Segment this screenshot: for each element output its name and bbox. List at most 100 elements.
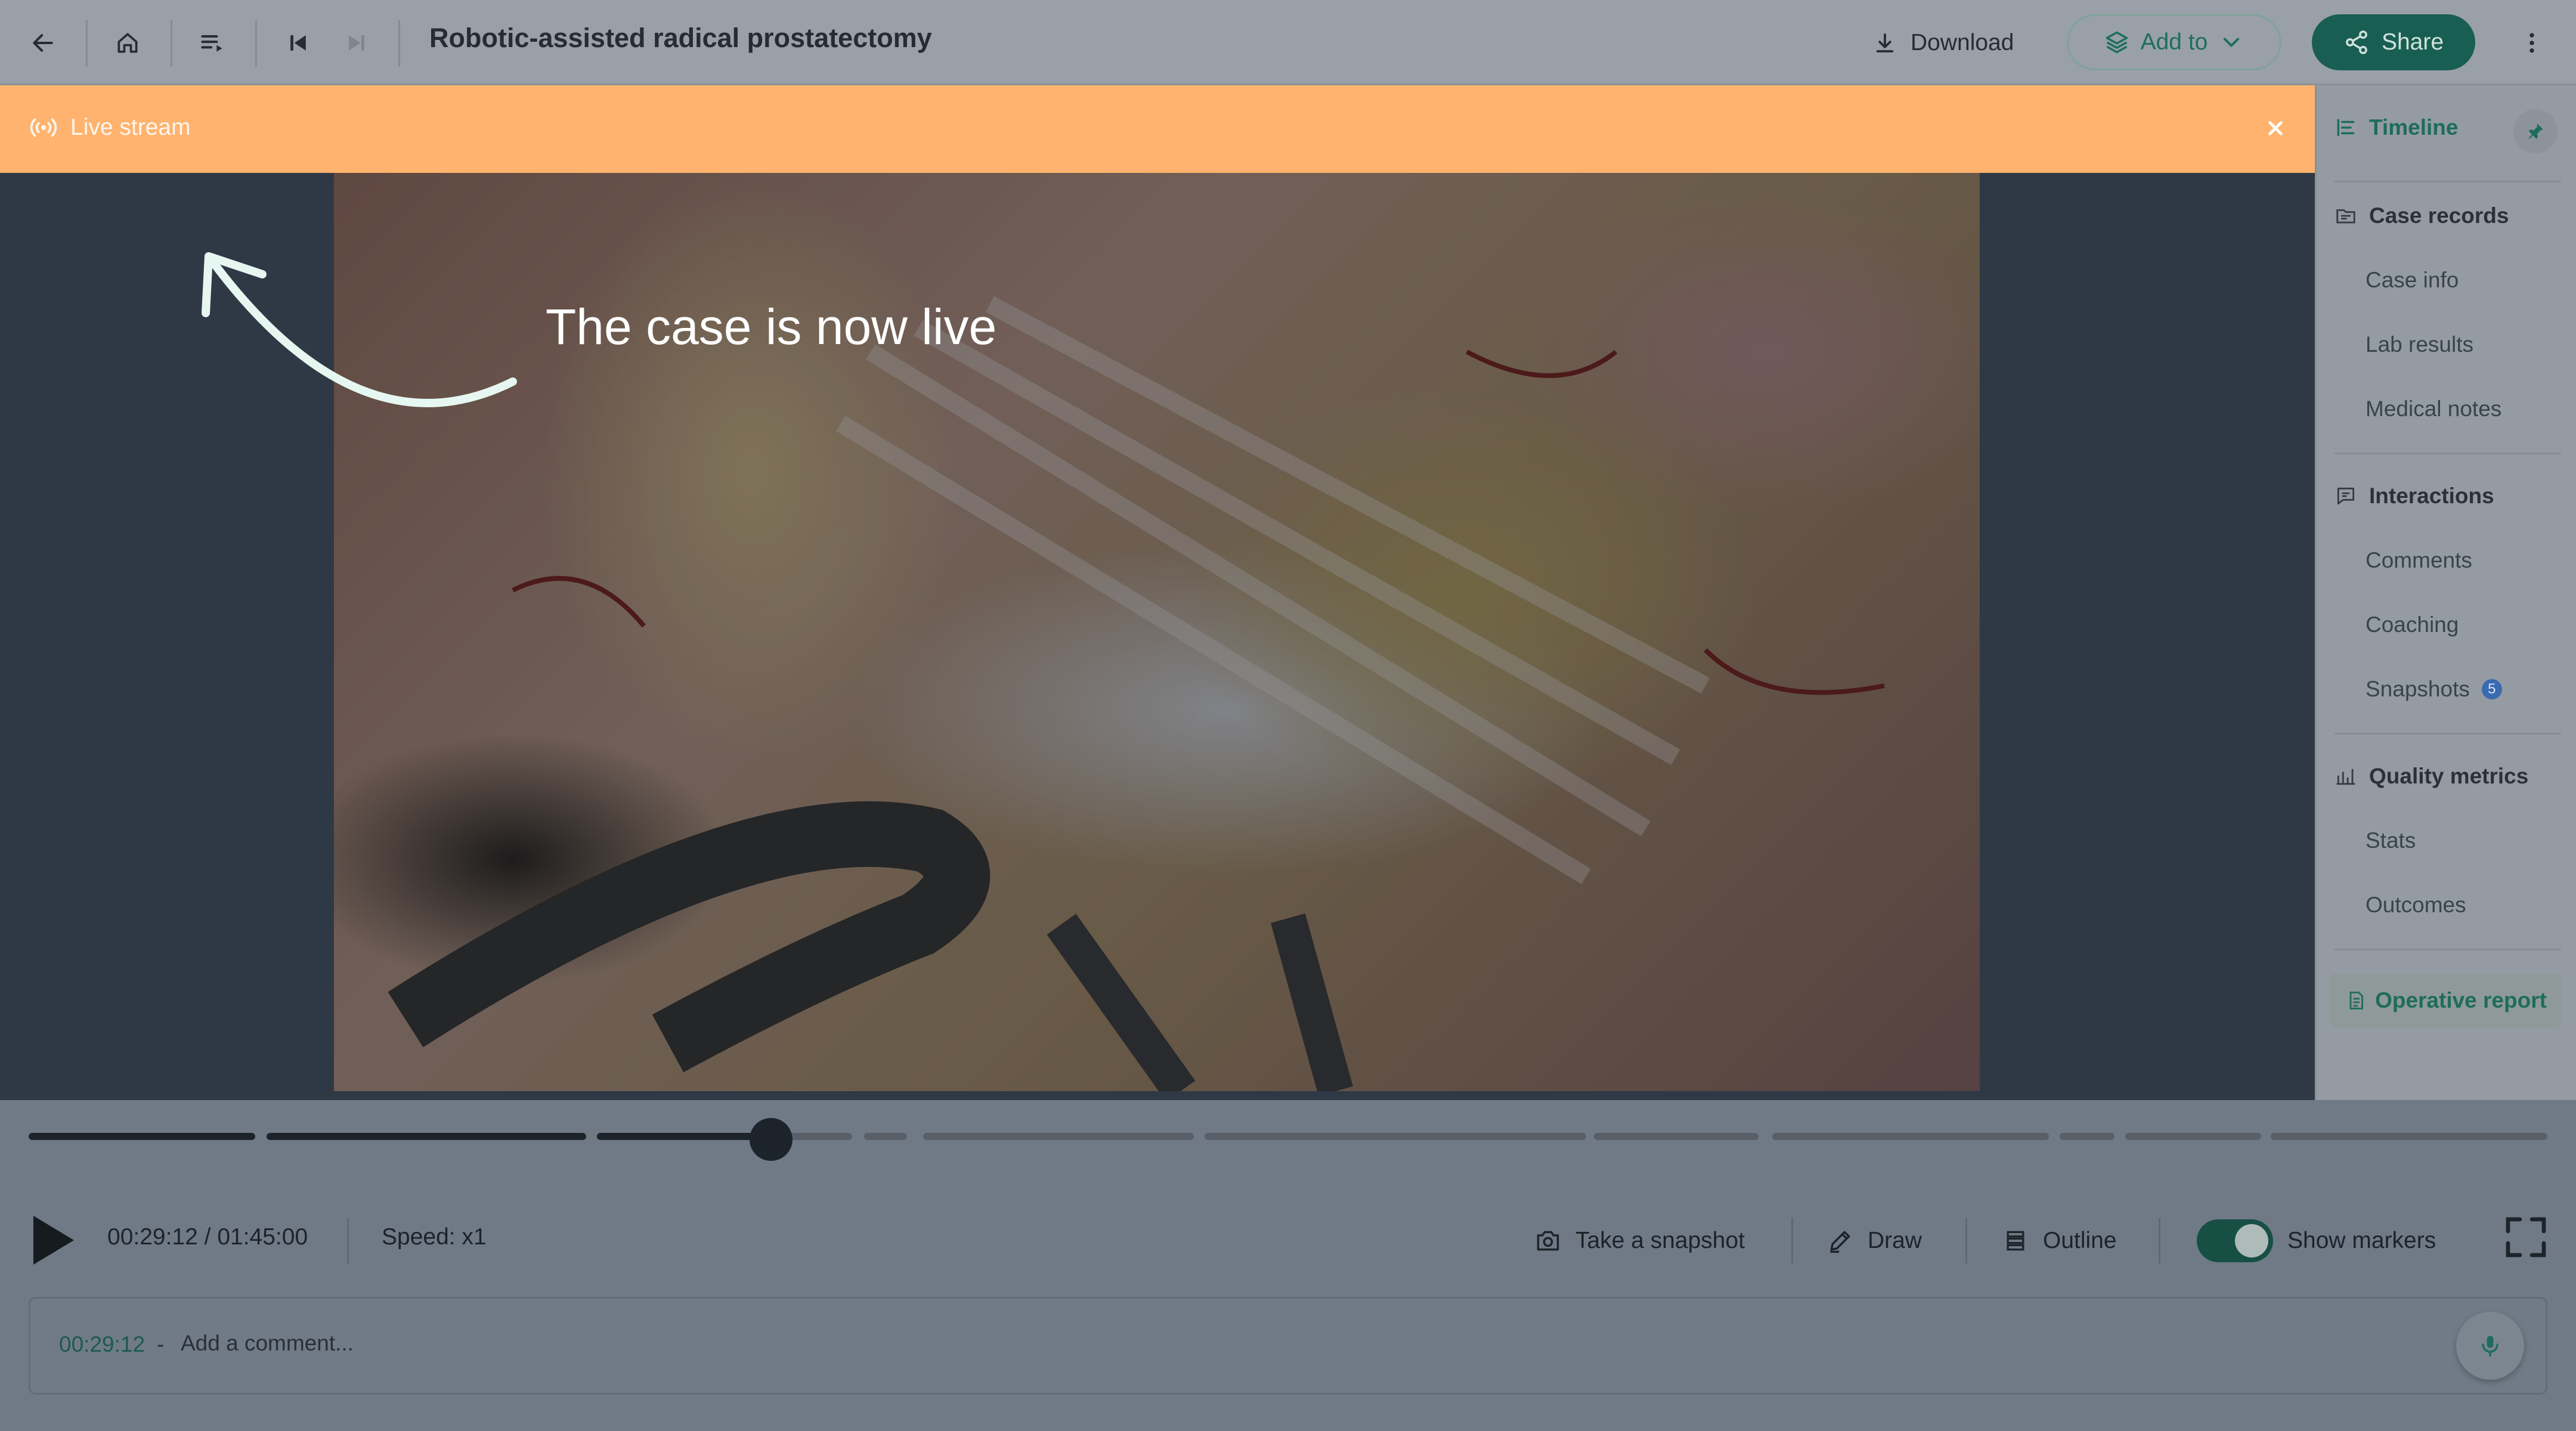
skip-next-icon bbox=[349, 35, 364, 51]
sidebar-item-medical-notes[interactable]: Medical notes bbox=[2366, 397, 2501, 422]
playlist-icon bbox=[201, 35, 222, 52]
progress-segment[interactable] bbox=[267, 1133, 586, 1140]
progress-segment[interactable] bbox=[1772, 1133, 2049, 1140]
scrubber-handle[interactable] bbox=[750, 1118, 792, 1161]
arrow-annotation bbox=[202, 252, 517, 407]
fullscreen-button[interactable] bbox=[2502, 1213, 2550, 1261]
sidebar-item-stats[interactable]: Stats bbox=[2366, 828, 2416, 853]
outline-icon bbox=[2007, 1231, 2024, 1251]
show-markers-toggle[interactable] bbox=[2197, 1219, 2273, 1262]
arrow-left-icon bbox=[33, 34, 53, 52]
sidebar-item-outcomes[interactable]: Outcomes bbox=[2366, 893, 2466, 918]
divider bbox=[2334, 733, 2561, 735]
pin-icon bbox=[2528, 123, 2543, 139]
sidebar-item-case-info[interactable]: Case info bbox=[2366, 268, 2459, 293]
folder-icon bbox=[2336, 209, 2355, 224]
add-to-button[interactable]: Add to bbox=[2067, 14, 2281, 70]
download-label: Download bbox=[1911, 30, 2014, 55]
divider bbox=[398, 20, 400, 67]
sidebar-label: Timeline bbox=[2369, 115, 2459, 140]
more-vertical-icon bbox=[2529, 33, 2534, 53]
outline-button[interactable]: Outline bbox=[2002, 1219, 2117, 1262]
divider bbox=[2334, 181, 2561, 182]
sidebar: Timeline Case records Case info Lab resu… bbox=[2315, 85, 2576, 1100]
sidebar-item-timeline[interactable]: Timeline bbox=[2334, 115, 2458, 140]
snapshot-label: Take a snapshot bbox=[1575, 1228, 1745, 1253]
progress-segment[interactable] bbox=[2060, 1133, 2114, 1140]
home-icon bbox=[117, 33, 138, 53]
sidebar-section-case-records[interactable]: Case records bbox=[2334, 203, 2509, 228]
divider bbox=[1791, 1218, 1793, 1263]
divider bbox=[2159, 1218, 2160, 1263]
live-message: The case is now live bbox=[546, 299, 997, 355]
speed-label: Speed: bbox=[382, 1224, 456, 1250]
progress-segment[interactable] bbox=[29, 1133, 255, 1140]
show-markers-label: Show markers bbox=[2287, 1228, 2436, 1253]
skip-previous-icon bbox=[290, 35, 306, 51]
speed-control[interactable]: Speed: x1 bbox=[382, 1224, 487, 1250]
progress-segment[interactable] bbox=[2125, 1133, 2261, 1140]
microphone-icon bbox=[2482, 1336, 2498, 1357]
close-banner-button[interactable] bbox=[2256, 109, 2295, 147]
back-button[interactable] bbox=[17, 17, 69, 69]
section-label: Quality metrics bbox=[2369, 764, 2529, 788]
speed-value: x1 bbox=[462, 1224, 487, 1250]
divider bbox=[255, 20, 257, 67]
toggle-knob bbox=[2235, 1224, 2268, 1257]
sidebar-item-comments[interactable]: Comments bbox=[2366, 548, 2472, 573]
next-button[interactable] bbox=[330, 17, 383, 69]
operative-report-button[interactable]: Operative report bbox=[2330, 974, 2562, 1027]
comment-timestamp[interactable]: 00:29:12 bbox=[59, 1332, 145, 1357]
progress-segment[interactable] bbox=[1205, 1133, 1586, 1140]
sidebar-section-interactions[interactable]: Interactions bbox=[2334, 484, 2494, 509]
progress-segment[interactable] bbox=[923, 1133, 1194, 1140]
draw-label: Draw bbox=[1868, 1228, 1922, 1253]
close-icon bbox=[2268, 121, 2283, 135]
comment-input[interactable] bbox=[179, 1325, 2388, 1362]
home-button[interactable] bbox=[101, 17, 154, 69]
sidebar-label: Snapshots bbox=[2366, 677, 2470, 701]
sidebar-item-lab-results[interactable]: Lab results bbox=[2366, 332, 2473, 357]
page-title: Robotic-assisted radical prostatectomy bbox=[429, 23, 932, 53]
share-label: Share bbox=[2381, 29, 2444, 55]
divider bbox=[86, 20, 88, 67]
timeline-icon bbox=[2337, 119, 2355, 137]
play-button[interactable] bbox=[29, 1213, 76, 1267]
more-options-button[interactable] bbox=[2508, 18, 2556, 68]
player-controls: 00:29:12 / 01:45:00 Speed: x1 Take a sna… bbox=[0, 1100, 2576, 1431]
divider bbox=[347, 1218, 349, 1263]
live-stream-label: Live stream bbox=[29, 113, 191, 143]
sidebar-section-quality-metrics[interactable]: Quality metrics bbox=[2334, 764, 2528, 789]
pin-button[interactable] bbox=[2513, 109, 2558, 153]
sidebar-item-coaching[interactable]: Coaching bbox=[2366, 612, 2459, 637]
download-icon bbox=[1876, 33, 1894, 52]
previous-button[interactable] bbox=[272, 17, 324, 69]
show-markers-control[interactable]: Show markers bbox=[2197, 1219, 2436, 1262]
section-label: Interactions bbox=[2369, 484, 2494, 508]
time-display: 00:29:12 / 01:45:00 bbox=[107, 1224, 308, 1250]
chat-icon bbox=[2337, 487, 2355, 505]
progress-segment[interactable] bbox=[2271, 1133, 2547, 1140]
playlist-button[interactable] bbox=[186, 17, 239, 69]
comment-box: 00:29:12 - bbox=[29, 1297, 2547, 1395]
document-icon bbox=[2349, 992, 2363, 1009]
share-button[interactable]: Share bbox=[2312, 14, 2475, 70]
draw-button[interactable]: Draw bbox=[1827, 1219, 1922, 1262]
download-button[interactable]: Download bbox=[1872, 18, 2014, 68]
fullscreen-icon bbox=[2506, 1217, 2546, 1257]
divider bbox=[1965, 1218, 1967, 1263]
video-area: The case is now live bbox=[0, 173, 2315, 1100]
share-icon bbox=[2346, 30, 2367, 54]
chart-icon bbox=[2336, 769, 2355, 785]
camera-icon bbox=[1537, 1231, 1559, 1251]
microphone-button[interactable] bbox=[2456, 1312, 2524, 1380]
top-bar: Robotic-assisted radical prostatectomy D… bbox=[0, 0, 2576, 85]
layers-icon bbox=[2106, 31, 2128, 54]
progress-segment[interactable] bbox=[1594, 1133, 1758, 1140]
take-snapshot-button[interactable]: Take a snapshot bbox=[1535, 1219, 1745, 1262]
progress-segment[interactable] bbox=[864, 1133, 907, 1140]
comment-separator: - bbox=[157, 1332, 165, 1356]
snapshots-count-badge: 5 bbox=[2481, 679, 2502, 699]
sidebar-item-snapshots[interactable]: Snapshots 5 bbox=[2366, 677, 2502, 702]
progress-segment[interactable] bbox=[597, 1133, 771, 1140]
